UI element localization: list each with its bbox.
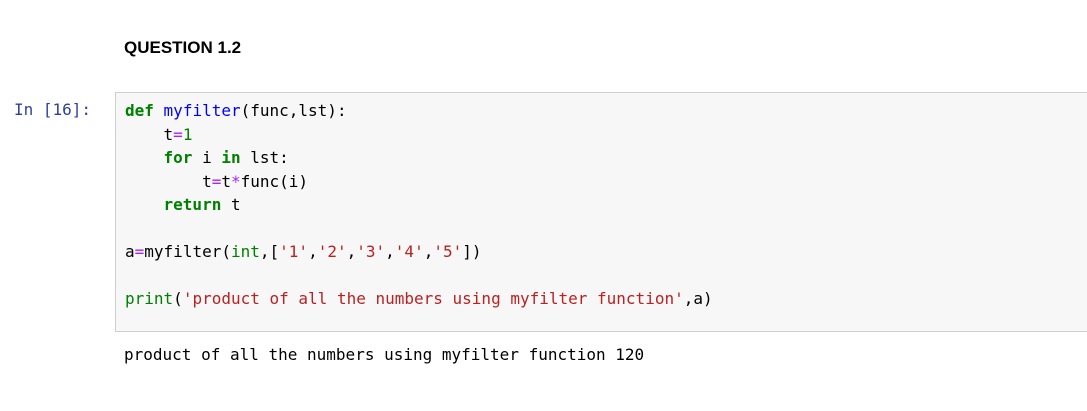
string-literal: '4' <box>394 242 424 261</box>
code-token: myfilter( <box>144 242 231 261</box>
code-token: ]) <box>462 242 482 261</box>
code-cell-editor[interactable]: def myfilter(func,lst): t=1 for i in lst… <box>115 92 1087 332</box>
keyword-for: for <box>163 148 193 167</box>
code-token: t <box>221 195 241 214</box>
code-token: func(i) <box>240 171 309 191</box>
code-token: t <box>221 171 231 191</box>
code-token: ( <box>173 289 183 308</box>
code-token: i <box>192 148 222 167</box>
function-name: myfilter <box>163 101 241 120</box>
string-literal: '1' <box>279 242 309 261</box>
cell-output: product of all the numbers using myfilte… <box>124 345 645 364</box>
input-prompt: In [16]: <box>14 100 92 119</box>
operator: = <box>211 171 222 191</box>
code-token: ,[ <box>259 242 280 261</box>
builtin-int: int <box>230 242 260 261</box>
code-token: , <box>423 242 434 261</box>
notebook-page: QUESTION 1.2 In [16]: def myfilter(func,… <box>0 0 1087 411</box>
string-literal: '2' <box>317 242 347 261</box>
code-token: , <box>346 242 357 261</box>
code-token: lst: <box>240 148 289 167</box>
code-token: , <box>385 242 395 261</box>
number-literal: 1 <box>182 124 193 144</box>
keyword-return: return <box>163 195 222 214</box>
string-literal: '5' <box>433 242 463 261</box>
code-token: t <box>163 124 174 144</box>
builtin-print: print <box>125 289 174 308</box>
string-literal: 'product of all the numbers using myfilt… <box>182 289 684 308</box>
code-token: a <box>125 242 135 261</box>
code-text[interactable]: def myfilter(func,lst): t=1 for i in lst… <box>125 99 713 311</box>
string-literal: '3' <box>356 242 386 261</box>
operator: = <box>134 242 145 261</box>
code-token: , <box>308 242 318 261</box>
code-token: (func,lst): <box>240 101 347 120</box>
keyword-def: def <box>125 101 154 120</box>
markdown-heading[interactable]: QUESTION 1.2 <box>124 38 241 58</box>
keyword-in: in <box>221 148 241 167</box>
code-token: t <box>202 171 212 191</box>
operator: * <box>230 171 241 191</box>
operator: = <box>173 124 183 144</box>
code-token: ,a) <box>683 289 713 308</box>
